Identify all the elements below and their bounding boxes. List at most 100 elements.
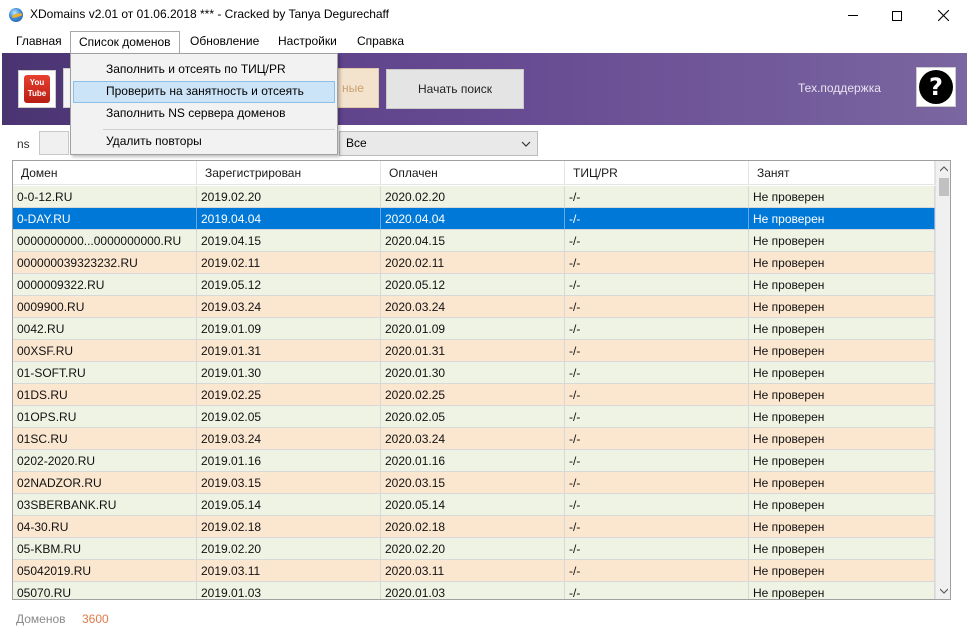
cell-domain: 0000000000...0000000000.RU xyxy=(13,230,197,252)
table-row[interactable]: 000000039323232.RU 2019.02.11 2020.02.11 -/… xyxy=(13,252,935,274)
table-row[interactable]: 0202-2020.RU 2019.01.16 2020.01.16 -/- Не пр… xyxy=(13,450,935,472)
cell-busy: Не проверен xyxy=(749,362,935,384)
cell-tic-pr: -/- xyxy=(565,560,749,582)
table-row[interactable]: 0009900.RU 2019.03.24 2020.03.24 -/- Не пров… xyxy=(13,296,935,318)
cell-busy: Не проверен xyxy=(749,252,935,274)
cell-busy: Не проверен xyxy=(749,318,935,340)
table-row[interactable]: 01DS.RU 2019.02.25 2020.02.25 -/- Не провере… xyxy=(13,384,935,406)
column-header-paid[interactable]: Оплачен xyxy=(381,161,565,185)
cell-domain: 04-30.RU xyxy=(13,516,197,538)
table-row[interactable]: 01-SOFT.RU 2019.01.30 2020.01.30 -/- Не пров… xyxy=(13,362,935,384)
maximize-icon xyxy=(892,10,902,21)
table-header: Домен Зарегистрирован Оплачен ТИЦ/PR Зан… xyxy=(13,161,935,185)
menu-fill-ns-servers[interactable]: Заполнить NS сервера доменов xyxy=(73,103,335,125)
cell-paid: 2020.02.20 xyxy=(381,186,565,208)
close-button[interactable] xyxy=(920,0,966,31)
cell-registered: 2019.02.11 xyxy=(197,252,381,274)
cell-domain: 03SBERBANK.RU xyxy=(13,494,197,516)
menu-settings[interactable]: Настройки xyxy=(270,31,345,53)
cell-busy: Не проверен xyxy=(749,472,935,494)
cell-registered: 2019.02.05 xyxy=(197,406,381,428)
cell-registered: 2019.02.25 xyxy=(197,384,381,406)
status-select[interactable]: Все xyxy=(339,131,538,156)
cell-tic-pr: -/- xyxy=(565,318,749,340)
cell-paid: 2020.02.25 xyxy=(381,384,565,406)
table-row[interactable]: 0-0-12.RU 2019.02.20 2020.02.20 -/- Не прове… xyxy=(13,186,935,208)
table-row[interactable]: 0-DAY.RU 2019.04.04 2020.04.04 -/- Не провер… xyxy=(13,208,935,230)
cell-domain: 00XSF.RU xyxy=(13,340,197,362)
cell-busy: Не проверен xyxy=(749,296,935,318)
cell-paid: 2020.04.04 xyxy=(381,208,565,230)
table-row[interactable]: 00XSF.RU 2019.01.31 2020.01.31 -/- Не провер… xyxy=(13,340,935,362)
table-row[interactable]: 01SC.RU 2019.03.24 2020.03.24 -/- Не провере… xyxy=(13,428,935,450)
menu-separator xyxy=(103,129,335,130)
table-row[interactable]: 0000009322.RU 2019.05.12 2020.05.12 -/- Не п… xyxy=(13,274,935,296)
menu-bar: Главная Список доменов Обновление Настро… xyxy=(0,31,970,53)
column-header-busy[interactable]: Занят xyxy=(749,161,935,185)
cell-tic-pr: -/- xyxy=(565,406,749,428)
youtube-button[interactable] xyxy=(18,70,56,108)
cell-registered: 2019.03.24 xyxy=(197,296,381,318)
table-row[interactable]: 03SBERBANK.RU 2019.05.14 2020.05.14 -/- Не п… xyxy=(13,494,935,516)
table-row[interactable]: 0000000000...0000000000.RU 2019.04.15 2020… xyxy=(13,230,935,252)
cell-paid: 2020.01.09 xyxy=(381,318,565,340)
toolbar-button-partial[interactable]: ные xyxy=(337,68,379,108)
minimize-button[interactable] xyxy=(830,0,876,31)
scroll-up-icon[interactable] xyxy=(936,161,950,177)
cell-busy: Не проверен xyxy=(749,186,935,208)
scrollbar-thumb[interactable] xyxy=(939,178,949,196)
table-row[interactable]: 05070.RU 2019.01.03 2020.01.03 -/- Не провер… xyxy=(13,582,935,599)
column-header-tic-pr[interactable]: ТИЦ/PR xyxy=(565,161,749,185)
table-row[interactable]: 05-KBM.RU 2019.02.20 2020.02.20 -/- Не прове… xyxy=(13,538,935,560)
cell-domain: 0042.RU xyxy=(13,318,197,340)
cell-busy: Не проверен xyxy=(749,230,935,252)
maximize-button[interactable] xyxy=(874,0,920,31)
cell-domain: 01SC.RU xyxy=(13,428,197,450)
column-header-domain[interactable]: Домен xyxy=(13,161,197,185)
menu-remove-duplicates[interactable]: Удалить повторы xyxy=(73,131,335,153)
cell-paid: 2020.01.31 xyxy=(381,340,565,362)
cell-busy: Не проверен xyxy=(749,274,935,296)
ns-filter-input[interactable] xyxy=(39,131,69,155)
cell-tic-pr: -/- xyxy=(565,472,749,494)
table-row[interactable]: 05042019.RU 2019.03.11 2020.03.11 -/- Не про… xyxy=(13,560,935,582)
cell-tic-pr: -/- xyxy=(565,340,749,362)
domains-count-value: 3600 xyxy=(82,612,109,626)
menu-help[interactable]: Справка xyxy=(349,31,412,53)
column-header-registered[interactable]: Зарегистрирован xyxy=(197,161,381,185)
cell-registered: 2019.02.20 xyxy=(197,186,381,208)
cell-busy: Не проверен xyxy=(749,384,935,406)
cell-tic-pr: -/- xyxy=(565,186,749,208)
cell-tic-pr: -/- xyxy=(565,582,749,599)
cell-domain: 000000039323232.RU xyxy=(13,252,197,274)
start-search-button[interactable]: Начать поиск xyxy=(386,69,524,109)
cell-tic-pr: -/- xyxy=(565,428,749,450)
menu-main[interactable]: Главная xyxy=(8,31,70,53)
menu-update[interactable]: Обновление xyxy=(182,31,267,53)
cell-paid: 2020.01.03 xyxy=(381,582,565,599)
cell-registered: 2019.03.15 xyxy=(197,472,381,494)
menu-domain-list[interactable]: Список доменов xyxy=(70,31,180,53)
cell-tic-pr: -/- xyxy=(565,296,749,318)
table-row[interactable]: 0042.RU 2019.01.09 2020.01.09 -/- Не провере… xyxy=(13,318,935,340)
support-link[interactable]: Тех.поддержка xyxy=(798,81,881,95)
cell-tic-pr: -/- xyxy=(565,384,749,406)
menu-check-busy-filter[interactable]: Проверить на занятность и отсеять xyxy=(73,81,335,103)
table-row[interactable]: 04-30.RU 2019.02.18 2020.02.18 -/- Не провер… xyxy=(13,516,935,538)
scroll-down-icon[interactable] xyxy=(936,583,950,599)
table-row[interactable]: 02NADZOR.RU 2019.03.15 2020.03.15 -/- Не про… xyxy=(13,472,935,494)
cell-registered: 2019.01.30 xyxy=(197,362,381,384)
cell-domain: 05042019.RU xyxy=(13,560,197,582)
vertical-scrollbar[interactable] xyxy=(935,161,950,599)
cell-domain: 0000009322.RU xyxy=(13,274,197,296)
cell-tic-pr: -/- xyxy=(565,362,749,384)
close-icon xyxy=(937,10,949,21)
cell-domain: 01-SOFT.RU xyxy=(13,362,197,384)
cell-registered: 2019.04.04 xyxy=(197,208,381,230)
help-button[interactable]: ? xyxy=(916,67,956,107)
menu-fill-filter-tic[interactable]: Заполнить и отсеять по ТИЦ/PR xyxy=(73,59,335,81)
chevron-down-icon xyxy=(521,141,531,147)
table-row[interactable]: 01OPS.RU 2019.02.05 2020.02.05 -/- Не провер… xyxy=(13,406,935,428)
cell-domain: 0202-2020.RU xyxy=(13,450,197,472)
cell-busy: Не проверен xyxy=(749,428,935,450)
